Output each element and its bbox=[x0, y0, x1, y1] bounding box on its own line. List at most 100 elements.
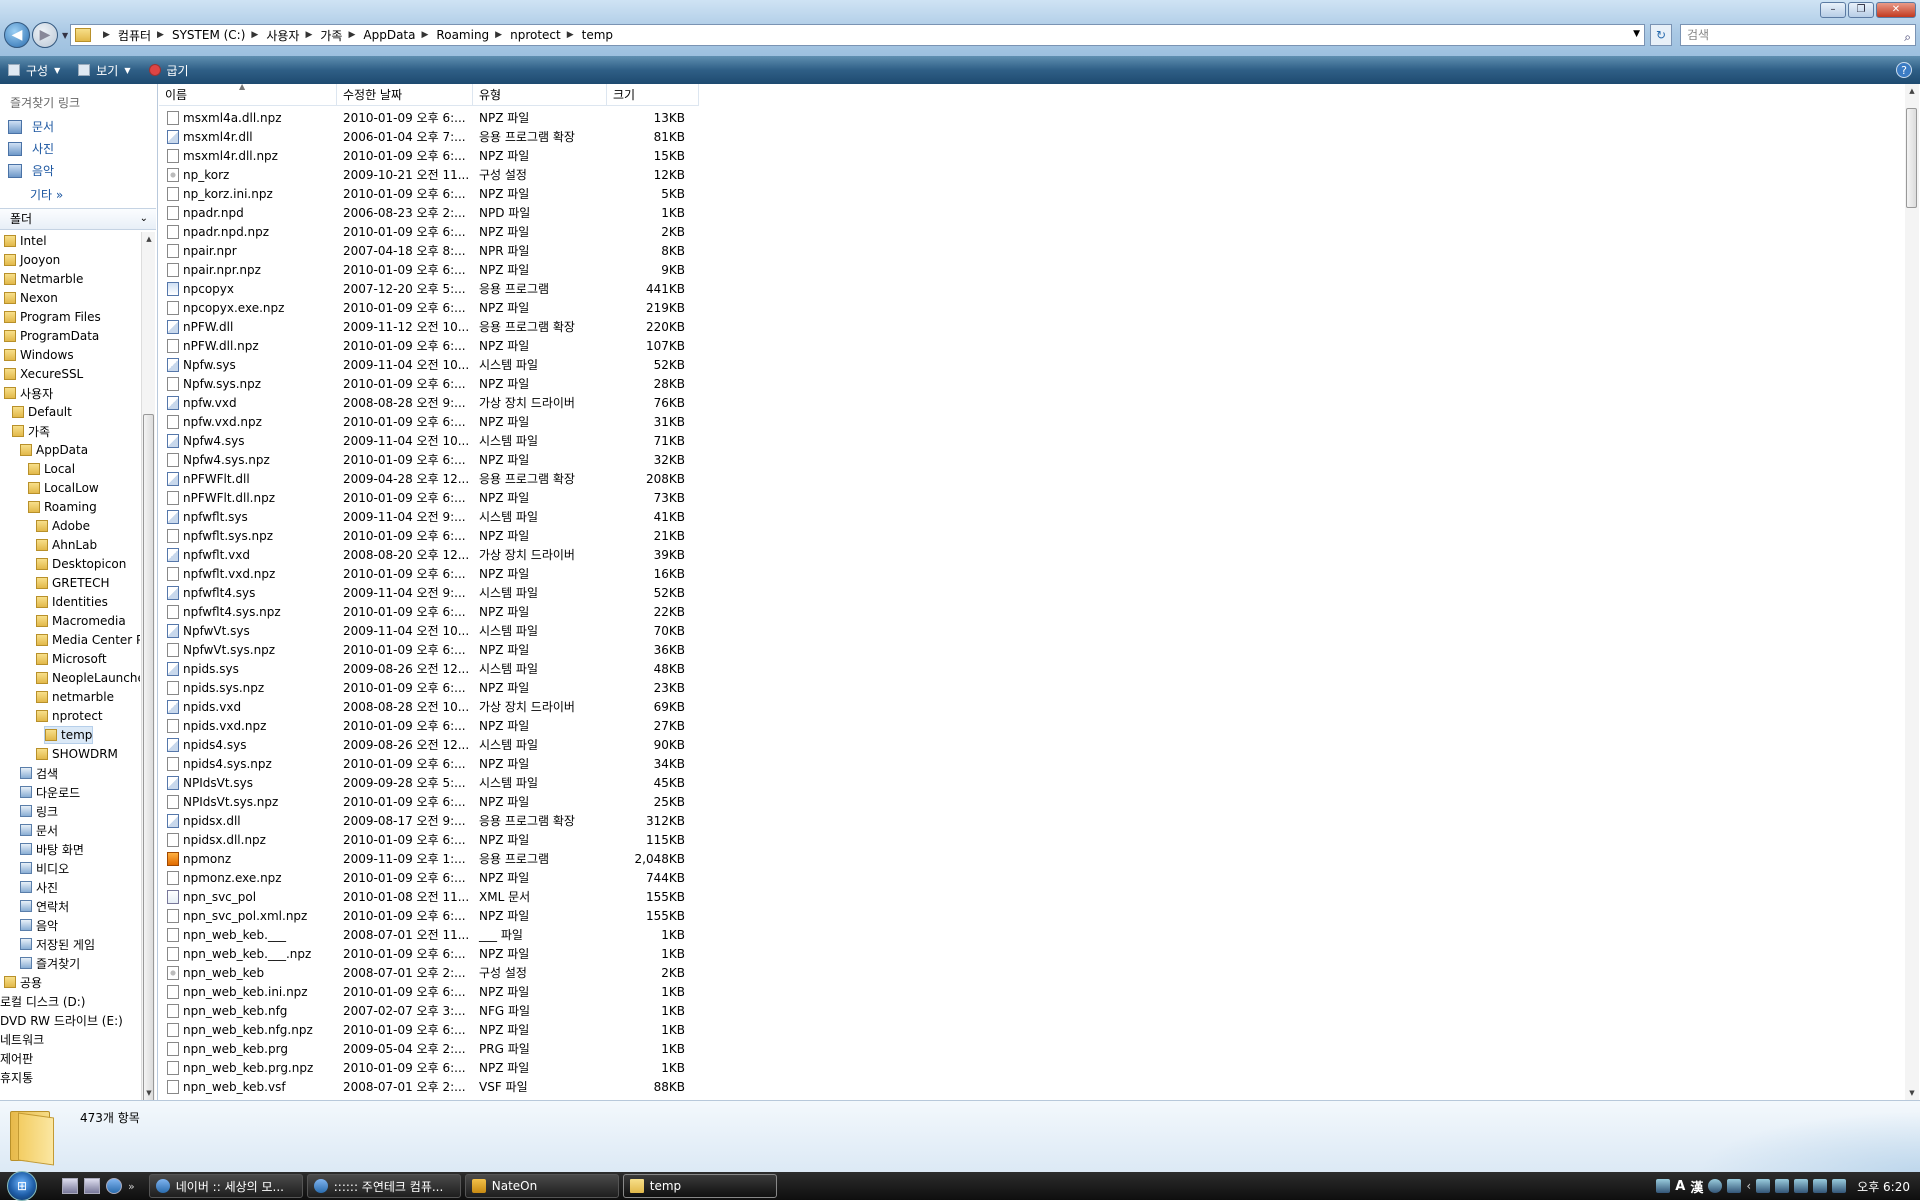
tree-item[interactable]: 즐겨찾기 bbox=[20, 954, 80, 972]
tree-item[interactable]: Windows bbox=[4, 346, 74, 364]
breadcrumb-item[interactable]: 사용자 ▶ bbox=[266, 27, 320, 44]
tray-icon[interactable] bbox=[1756, 1179, 1771, 1193]
tree-item[interactable]: NeopleLauncher bbox=[36, 669, 140, 687]
tree-item[interactable]: Nexon bbox=[4, 289, 58, 307]
file-row[interactable]: npfwflt4.sys.npz 2010-01-09 오후 6:... NPZ 파… bbox=[159, 602, 699, 621]
file-row[interactable]: npids4.sys.npz 2010-01-09 오후 6:... NPZ 파일 3… bbox=[159, 754, 699, 773]
taskbar-button[interactable]: 네이버 :: 세상의 모... bbox=[148, 1174, 303, 1198]
tray-icon[interactable] bbox=[1775, 1179, 1790, 1193]
file-row[interactable]: nPFW.dll.npz 2010-01-09 오후 6:... NPZ 파일 107… bbox=[159, 336, 699, 355]
file-list-scroll-track[interactable]: ▲ ▼ bbox=[1905, 84, 1919, 1100]
file-row[interactable]: npfwflt.vxd.npz 2010-01-09 오후 6:... NPZ 파일… bbox=[159, 564, 699, 583]
file-row[interactable]: npair.npr.npz 2010-01-09 오후 6:... NPZ 파일 9K… bbox=[159, 260, 699, 279]
maximize-button[interactable]: ❐ bbox=[1848, 2, 1874, 18]
tree-item[interactable]: 저장된 게임 bbox=[20, 935, 95, 953]
tree-item[interactable]: Desktopicon bbox=[36, 555, 126, 573]
address-dropdown-icon[interactable]: ▼ bbox=[1633, 29, 1640, 39]
file-row[interactable]: msxml4r.dll 2006-01-04 오후 7:... 응용 프로그램 확장… bbox=[159, 127, 699, 146]
tree-item[interactable]: 바탕 화면 bbox=[20, 840, 84, 858]
tree-item[interactable]: 제어판 bbox=[0, 1049, 33, 1067]
file-row[interactable]: NpfwVt.sys 2009-11-04 오전 10... 시스템 파일 70KB bbox=[159, 621, 699, 640]
file-row[interactable]: msxml4r.dll.npz 2010-01-09 오후 6:... NPZ 파일… bbox=[159, 146, 699, 165]
taskbar-button[interactable]: temp bbox=[622, 1174, 777, 1198]
tree-item[interactable]: Media Center Pr bbox=[36, 631, 140, 649]
tree-item[interactable]: 사진 bbox=[20, 878, 58, 896]
file-row[interactable]: Npfw.sys 2009-11-04 오전 10... 시스템 파일 52KB bbox=[159, 355, 699, 374]
burn-button[interactable]: 굽기 bbox=[148, 62, 189, 79]
tree-item[interactable]: 로컬 디스크 (D:) bbox=[0, 992, 85, 1010]
breadcrumb-item[interactable]: 컴퓨터 ▶ bbox=[118, 27, 172, 44]
start-button[interactable]: ⊞ bbox=[0, 1171, 44, 1201]
column-header-size[interactable]: 크기 bbox=[607, 84, 699, 106]
file-row[interactable]: NpfwVt.sys.npz 2010-01-09 오후 6:... NPZ 파일 3… bbox=[159, 640, 699, 659]
file-row[interactable]: npfwflt4.sys 2009-11-04 오전 9:... 시스템 파일 52K… bbox=[159, 583, 699, 602]
file-row[interactable]: npfwflt.sys 2009-11-04 오전 9:... 시스템 파일 41KB bbox=[159, 507, 699, 526]
language-bar-icon[interactable] bbox=[1656, 1179, 1671, 1193]
file-row[interactable]: npn_web_keb.___ 2008-07-01 오전 11... ___ 파일… bbox=[159, 925, 699, 944]
network-icon[interactable] bbox=[1813, 1179, 1828, 1193]
tree-item[interactable]: 음악 bbox=[20, 916, 58, 934]
tree-item[interactable]: Program Files bbox=[4, 308, 101, 326]
switch-windows-icon[interactable] bbox=[84, 1178, 100, 1194]
tree-item[interactable]: XecureSSL bbox=[4, 365, 83, 383]
column-header-type[interactable]: 유형 bbox=[473, 84, 607, 106]
tree-item[interactable]: AppData bbox=[20, 441, 88, 459]
file-row[interactable]: npn_web_keb.vsf 2008-07-01 오후 2:... VSF 파일… bbox=[159, 1077, 699, 1096]
tree-item[interactable]: 다운로드 bbox=[20, 783, 80, 801]
taskbar-button[interactable]: NateOn bbox=[464, 1174, 619, 1198]
scrollbar-thumb[interactable] bbox=[1906, 108, 1917, 208]
chevron-right-icon[interactable]: ▶ bbox=[422, 30, 429, 40]
tree-item[interactable]: Jooyon bbox=[4, 251, 60, 269]
file-row[interactable]: npcopyx.exe.npz 2010-01-09 오후 6:... NPZ 파일… bbox=[159, 298, 699, 317]
tree-item[interactable]: Microsoft bbox=[36, 650, 107, 668]
scroll-up-icon[interactable]: ▲ bbox=[1905, 84, 1919, 98]
tree-item[interactable]: 검색 bbox=[20, 764, 58, 782]
scroll-down-icon[interactable]: ▼ bbox=[1905, 1086, 1919, 1100]
tree-item[interactable]: 휴지통 bbox=[0, 1068, 33, 1086]
volume-icon[interactable] bbox=[1832, 1179, 1847, 1193]
breadcrumb-item[interactable]: AppData ▶ bbox=[363, 27, 436, 44]
help-icon[interactable]: ? bbox=[1896, 62, 1912, 78]
file-row[interactable]: npn_web_keb.prg 2009-05-04 오후 2:... PRG 파일… bbox=[159, 1039, 699, 1058]
file-row[interactable]: npidsx.dll.npz 2010-01-09 오후 6:... NPZ 파일 1… bbox=[159, 830, 699, 849]
file-row[interactable]: npmonz.exe.npz 2010-01-09 오후 6:... NPZ 파일 7… bbox=[159, 868, 699, 887]
tree-item[interactable]: Local bbox=[28, 460, 75, 478]
tree-item[interactable]: LocalLow bbox=[28, 479, 99, 497]
favorite-link-pictures[interactable]: 사진 bbox=[8, 140, 54, 157]
file-row[interactable]: npids.sys 2009-08-26 오전 12... 시스템 파일 48KB bbox=[159, 659, 699, 678]
tree-item[interactable]: Adobe bbox=[36, 517, 90, 535]
file-row[interactable]: np_korz 2009-10-21 오전 11... 구성 설정 12KB bbox=[159, 165, 699, 184]
file-row[interactable]: npidsx.dll 2009-08-17 오전 9:... 응용 프로그램 확장 3… bbox=[159, 811, 699, 830]
favorite-link-documents[interactable]: 문서 bbox=[8, 118, 54, 135]
column-header-date[interactable]: 수정한 날짜 bbox=[337, 84, 473, 106]
file-row[interactable]: npfwflt.vxd 2008-08-20 오후 12... 가상 장치 드라이버… bbox=[159, 545, 699, 564]
tree-item[interactable]: SHOWDRM bbox=[36, 745, 118, 763]
file-row[interactable]: npn_web_keb.prg.npz 2010-01-09 오후 6:... NP… bbox=[159, 1058, 699, 1077]
file-row[interactable]: nPFWFlt.dll 2009-04-28 오후 12... 응용 프로그램 확장… bbox=[159, 469, 699, 488]
file-row[interactable]: npcopyx 2007-12-20 오후 5:... 응용 프로그램 441KB bbox=[159, 279, 699, 298]
tray-expand-icon[interactable]: ‹ bbox=[1746, 1179, 1751, 1193]
tray-icon[interactable] bbox=[1794, 1179, 1809, 1193]
taskbar-button[interactable]: :::::: 주연테크 컴퓨... bbox=[306, 1174, 461, 1198]
tray-icon[interactable] bbox=[1727, 1179, 1742, 1193]
tree-item[interactable]: DVD RW 드라이브 (E:) bbox=[0, 1011, 123, 1029]
tree-item[interactable]: Netmarble bbox=[4, 270, 83, 288]
address-breadcrumb[interactable]: ▶ 컴퓨터 ▶ SYSTEM (C:) ▶ 사용자 ▶ 가족 ▶ AppData ▶ Roaming… bbox=[70, 24, 1645, 46]
file-row[interactable]: msxml4a.dll.npz 2010-01-09 오후 6:... NPZ 파일… bbox=[159, 108, 699, 127]
breadcrumb-item[interactable]: temp bbox=[582, 27, 613, 44]
tree-item[interactable]: 공용 bbox=[4, 973, 42, 991]
breadcrumb-item[interactable]: SYSTEM (C:) ▶ bbox=[172, 27, 266, 44]
breadcrumb-root-arrow[interactable]: ▶ bbox=[97, 30, 118, 40]
tree-item[interactable]: GRETECH bbox=[36, 574, 110, 592]
tree-item[interactable]: 문서 bbox=[20, 821, 58, 839]
tree-item[interactable]: Default bbox=[12, 403, 72, 421]
file-row[interactable]: npmonz 2009-11-09 오후 1:... 응용 프로그램 2,048KB bbox=[159, 849, 699, 868]
file-row[interactable]: npn_web_keb.ini.npz 2010-01-09 오후 6:... NP… bbox=[159, 982, 699, 1001]
breadcrumb-item[interactable]: Roaming ▶ bbox=[436, 27, 510, 44]
tree-item[interactable]: Roaming bbox=[28, 498, 97, 516]
file-row[interactable]: Npfw4.sys.npz 2010-01-09 오후 6:... NPZ 파일 32… bbox=[159, 450, 699, 469]
organize-button[interactable]: 구성 ▼ bbox=[8, 62, 60, 79]
scrollbar-thumb[interactable] bbox=[143, 414, 154, 1100]
more-links[interactable]: 기타 » bbox=[30, 186, 63, 203]
tree-item[interactable]: AhnLab bbox=[36, 536, 97, 554]
